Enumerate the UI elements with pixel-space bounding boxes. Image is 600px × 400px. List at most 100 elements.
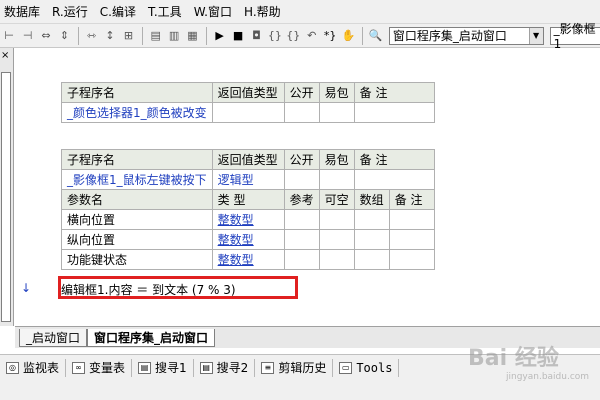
step-over-icon[interactable]: {} [286,27,300,45]
subroutine-name-cell[interactable]: _影像框1_鼠标左键被按下 [61,169,213,190]
param-remark-cell[interactable] [388,249,436,270]
header-cell: 备 注 [353,82,436,103]
status-bar [0,380,600,400]
param-array-cell[interactable] [353,229,390,250]
easy-pkg-cell[interactable] [318,102,355,123]
watch-label: 监视表 [23,361,60,375]
find-icon[interactable]: 🔍 [369,27,383,45]
hand-icon[interactable]: ✋ [341,27,356,45]
program-set-combo[interactable]: 窗口程序集_启动窗口 ▼ [388,26,544,45]
run-to-cursor-icon[interactable]: *} [323,27,337,45]
public-cell[interactable] [283,102,320,123]
param-type-cell[interactable]: 整数型 [211,229,285,250]
easy-pkg-cell[interactable] [318,169,355,190]
panel-layout-icon[interactable]: ▤ [148,27,162,45]
stop-icon[interactable]: ■ [231,27,245,45]
form-layout-icon[interactable]: ▦ [185,27,199,45]
run-icon[interactable]: ▶ [212,27,226,45]
param-ref-cell[interactable] [283,209,320,230]
window-layout-icon[interactable]: ▥ [167,27,181,45]
left-panel-list[interactable] [1,72,11,322]
toolbar-separator [205,26,207,45]
tab-program-set[interactable]: 窗口程序集_启动窗口 [87,329,216,347]
watch-table-button[interactable]: ◎ 监视表 [0,358,67,377]
step-out-icon[interactable]: ↶ [304,27,318,45]
close-icon[interactable]: × [1,50,9,61]
table-row[interactable]: 纵向位置 整数型 [61,229,436,250]
align-right-icon[interactable]: ⊣ [20,27,34,45]
toolbar-separator [141,26,143,45]
step-into-icon[interactable]: {} [268,27,282,45]
clipboard-icon: ≡ [261,361,275,374]
menu-help[interactable]: H.帮助 [240,0,289,24]
menu-tools[interactable]: T.工具 [144,0,190,24]
current-line-arrow-icon: ↓ [21,281,32,295]
header-cell: 参考 [283,189,320,210]
table-row[interactable]: _影像框1_鼠标左键被按下 逻辑型 [61,169,436,190]
watermark-url: jingyan.baidu.com [506,372,590,382]
param-nullable-cell[interactable] [318,209,355,230]
param-type-cell[interactable]: 整数型 [211,249,285,270]
param-name-cell[interactable]: 纵向位置 [61,229,213,250]
param-remark-cell[interactable] [388,209,436,230]
param-array-cell[interactable] [353,249,390,270]
param-header-row: 参数名 类 型 参考 可空 数组 备 注 [61,189,436,210]
public-cell[interactable] [283,169,320,190]
same-width-icon[interactable]: ⇿ [84,27,98,45]
header-cell: 类 型 [211,189,285,210]
param-ref-cell[interactable] [283,249,320,270]
search1-button[interactable]: ▤ 搜寻1 [132,358,194,377]
param-type-cell[interactable]: 整数型 [211,209,285,230]
subroutine-combo[interactable]: _影像框1_ [549,22,600,51]
param-nullable-cell[interactable] [318,249,355,270]
table-header-row: 子程序名 返回值类型 公开 易包 备 注 [61,82,436,103]
search1-label: 搜寻1 [155,361,187,375]
header-cell: 可空 [318,189,355,210]
variable-table-button[interactable]: ∞ 变量表 [66,358,133,377]
param-remark-cell[interactable] [388,229,436,250]
subroutine-table-2: 子程序名 返回值类型 公开 易包 备 注 _影像框1_鼠标左键被按下 逻辑型 参… [61,149,436,270]
menu-compile[interactable]: C.编译 [96,0,144,24]
header-cell: 公开 [283,149,320,170]
table-row[interactable]: _颜色选择器1_颜色被改变 [61,102,436,123]
align-left-icon[interactable]: ⊢ [2,27,16,45]
tools-label: Tools [356,360,393,375]
watch-icon: ◎ [6,361,19,374]
subroutine-name-cell[interactable]: _颜色选择器1_颜色被改变 [61,102,213,123]
menu-bar: 数据库 R.运行 C.编译 T.工具 W.窗口 H.帮助 [0,0,600,24]
remark-cell[interactable] [353,102,436,123]
search-icon: ▤ [138,361,152,374]
table-row[interactable]: 功能键状态 整数型 [61,249,436,270]
chevron-down-icon[interactable]: ▼ [528,27,543,44]
return-type-cell[interactable] [211,102,285,123]
header-cell: 备 注 [353,149,436,170]
table-row[interactable]: 横向位置 整数型 [61,209,436,230]
same-height-icon[interactable]: ↕ [103,27,117,45]
param-name-cell[interactable]: 功能键状态 [61,249,213,270]
tools-button[interactable]: ▭ Tools [333,358,400,377]
align-middle-icon[interactable]: ⇕ [57,27,71,45]
param-name-cell[interactable]: 横向位置 [61,209,213,230]
tools-icon: ▭ [339,361,353,374]
header-cell: 易包 [318,149,355,170]
param-nullable-cell[interactable] [318,229,355,250]
align-center-icon[interactable]: ⇔ [39,27,53,45]
clip-history-button[interactable]: ≡ 剪辑历史 [255,358,334,377]
header-cell: 易包 [318,82,355,103]
remark-cell[interactable] [353,169,436,190]
tab-startup-window[interactable]: _启动窗口 [19,329,88,347]
return-type-cell[interactable]: 逻辑型 [211,169,285,190]
code-editor[interactable]: 子程序名 返回值类型 公开 易包 备 注 _颜色选择器1_颜色被改变 子程序名 … [15,48,600,326]
header-cell: 数组 [353,189,390,210]
breakpoint-icon[interactable]: ◘ [249,27,263,45]
search2-button[interactable]: ▤ 搜寻2 [194,358,256,377]
menu-database[interactable]: 数据库 [0,0,48,24]
header-cell: 子程序名 [61,149,213,170]
header-cell: 备 注 [388,189,436,210]
menu-run[interactable]: R.运行 [48,0,96,24]
menu-window[interactable]: W.窗口 [190,0,240,24]
same-size-icon[interactable]: ⊞ [121,27,135,45]
toolbar-separator [77,26,79,45]
param-ref-cell[interactable] [283,229,320,250]
param-array-cell[interactable] [353,209,390,230]
